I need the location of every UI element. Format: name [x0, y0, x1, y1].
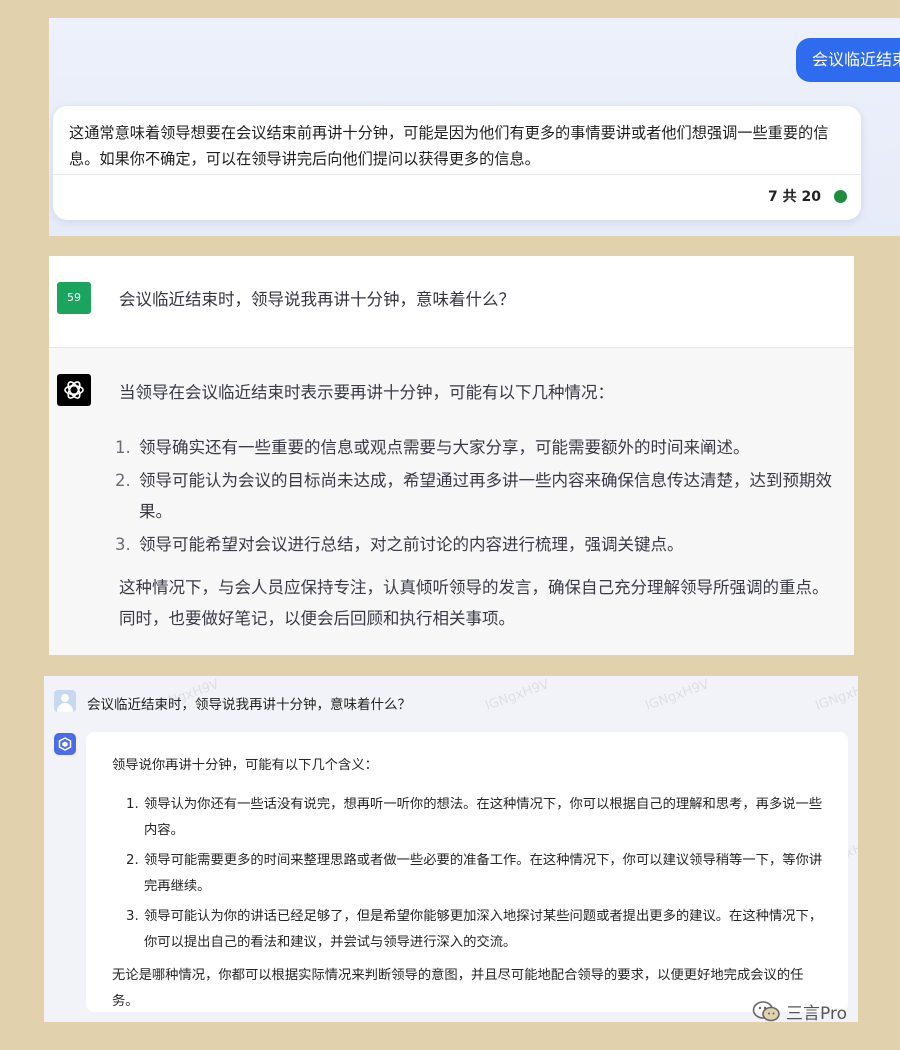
list-item-text: 领导可能认为会议的目标尚未达成，希望通过再多讲一些内容来确保信息传达清楚，达到预… — [139, 471, 832, 521]
question-text: 会议临近结束时，领导说我再讲十分钟，意味着什么？ — [87, 697, 411, 713]
list-item-text: 领导确实还有一些重要的信息或观点需要与大家分享，可能需要额外的时间来阐述。 — [139, 438, 750, 457]
user-avatar: 59 — [57, 282, 91, 314]
list-item: 2. 领导可能需要更多的时间来整理思路或者做一些必要的准备工作。在这种情况下，你可… — [126, 848, 826, 900]
list-number: 2. — [115, 471, 131, 490]
bot-avatar-icon — [54, 733, 76, 755]
answer-intro: 当领导在会议临近结束时表示要再讲十分钟，可能有以下几种情况： — [119, 383, 614, 402]
wechat-icon — [752, 1001, 780, 1022]
answer-conclusion: 无论是哪种情况，你都可以根据实际情况来判断领导的意图，并且尽可能地配合领导的要求… — [112, 968, 804, 1009]
list-number: 1. — [115, 438, 131, 457]
list-number: 2. — [126, 853, 139, 868]
list-item: 3. 领导可能希望对会议进行总结，对之前讨论的内容进行梳理，强调关键点。 — [115, 529, 845, 560]
list-item: 2. 领导可能认为会议的目标尚未达成，希望通过再多讲一些内容来确保信息传达清楚，达… — [115, 465, 845, 527]
user-message-bubble[interactable]: 会议临近结束 — [796, 38, 900, 82]
chat-panel-1: 会议临近结束 这通常意味着领导想要在会议结束前再讲十分钟，可能是因为他们有更多的… — [49, 18, 900, 236]
brand-name: 三言Pro — [786, 1004, 847, 1024]
answer-list: 1. 领导确实还有一些重要的信息或观点需要与大家分享，可能需要额外的时间来阐述。 … — [115, 432, 845, 562]
list-item-text: 领导可能需要更多的时间来整理思路或者做一些必要的准备工作。在这种情况下，你可以建… — [144, 853, 823, 894]
list-item-text: 领导认为你还有一些话没有说完，想再听一听你的想法。在这种情况下，你可以根据自己的… — [144, 797, 823, 838]
user-avatar-icon — [54, 690, 76, 712]
list-item-text: 领导可能认为你的讲话已经足够了，但是希望你能够更加深入地探讨某些问题或者提出更多… — [144, 909, 823, 950]
list-item-text: 领导可能希望对会议进行总结，对之前讨论的内容进行梳理，强调关键点。 — [139, 535, 684, 554]
answer-text: 这通常意味着领导想要在会议结束前再讲十分钟，可能是因为他们有更多的事情要讲或者他… — [69, 124, 829, 168]
divider — [53, 174, 861, 175]
watermark: IGNgxH9V — [483, 677, 552, 714]
answer-intro: 领导说你再讲十分钟，可能有以下几个含义： — [112, 758, 378, 773]
response-counter[interactable]: 7 共 20 — [768, 186, 821, 206]
answer-card: 这通常意味着领导想要在会议结束前再讲十分钟，可能是因为他们有更多的事情要讲或者他… — [53, 106, 861, 220]
answer-card: 领导说你再讲十分钟，可能有以下几个含义： 1. 领导认为你还有一些话没有说完，想再… — [86, 732, 848, 1012]
question-text: 会议临近结束时，领导说我再讲十分钟，意味着什么？ — [119, 290, 515, 309]
list-number: 3. — [126, 909, 139, 924]
openai-logo-icon — [57, 374, 91, 406]
list-number: 3. — [115, 535, 131, 554]
list-number: 1. — [126, 797, 139, 812]
answer-list: 1. 领导认为你还有一些话没有说完，想再听一听你的想法。在这种情况下，你可以根据自… — [126, 792, 826, 960]
question-row: 59 会议临近结束时，领导说我再讲十分钟，意味着什么？ — [49, 256, 854, 348]
chat-panel-3: IGNgxH9V IGNgxH9V IGNgxH9V IGNgxH9V IGNg… — [44, 676, 858, 1022]
watermark: IGNgxH9V — [813, 677, 858, 714]
list-item: 1. 领导确实还有一些重要的信息或观点需要与大家分享，可能需要额外的时间来阐述。 — [115, 432, 845, 463]
chat-panel-2: 59 会议临近结束时，领导说我再讲十分钟，意味着什么？ 当领导在会议临近结束时表… — [49, 256, 854, 655]
list-item: 3. 领导可能认为你的讲话已经足够了，但是希望你能够更加深入地探讨某些问题或者提出… — [126, 904, 826, 956]
watermark: IGNgxH9V — [643, 677, 712, 714]
list-item: 1. 领导认为你还有一些话没有说完，想再听一听你的想法。在这种情况下，你可以根据自… — [126, 792, 826, 844]
status-dot — [834, 190, 847, 203]
answer-conclusion: 这种情况下，与会人员应保持专注，认真倾听领导的发言，确保自己充分理解领导所强调的… — [119, 578, 829, 628]
